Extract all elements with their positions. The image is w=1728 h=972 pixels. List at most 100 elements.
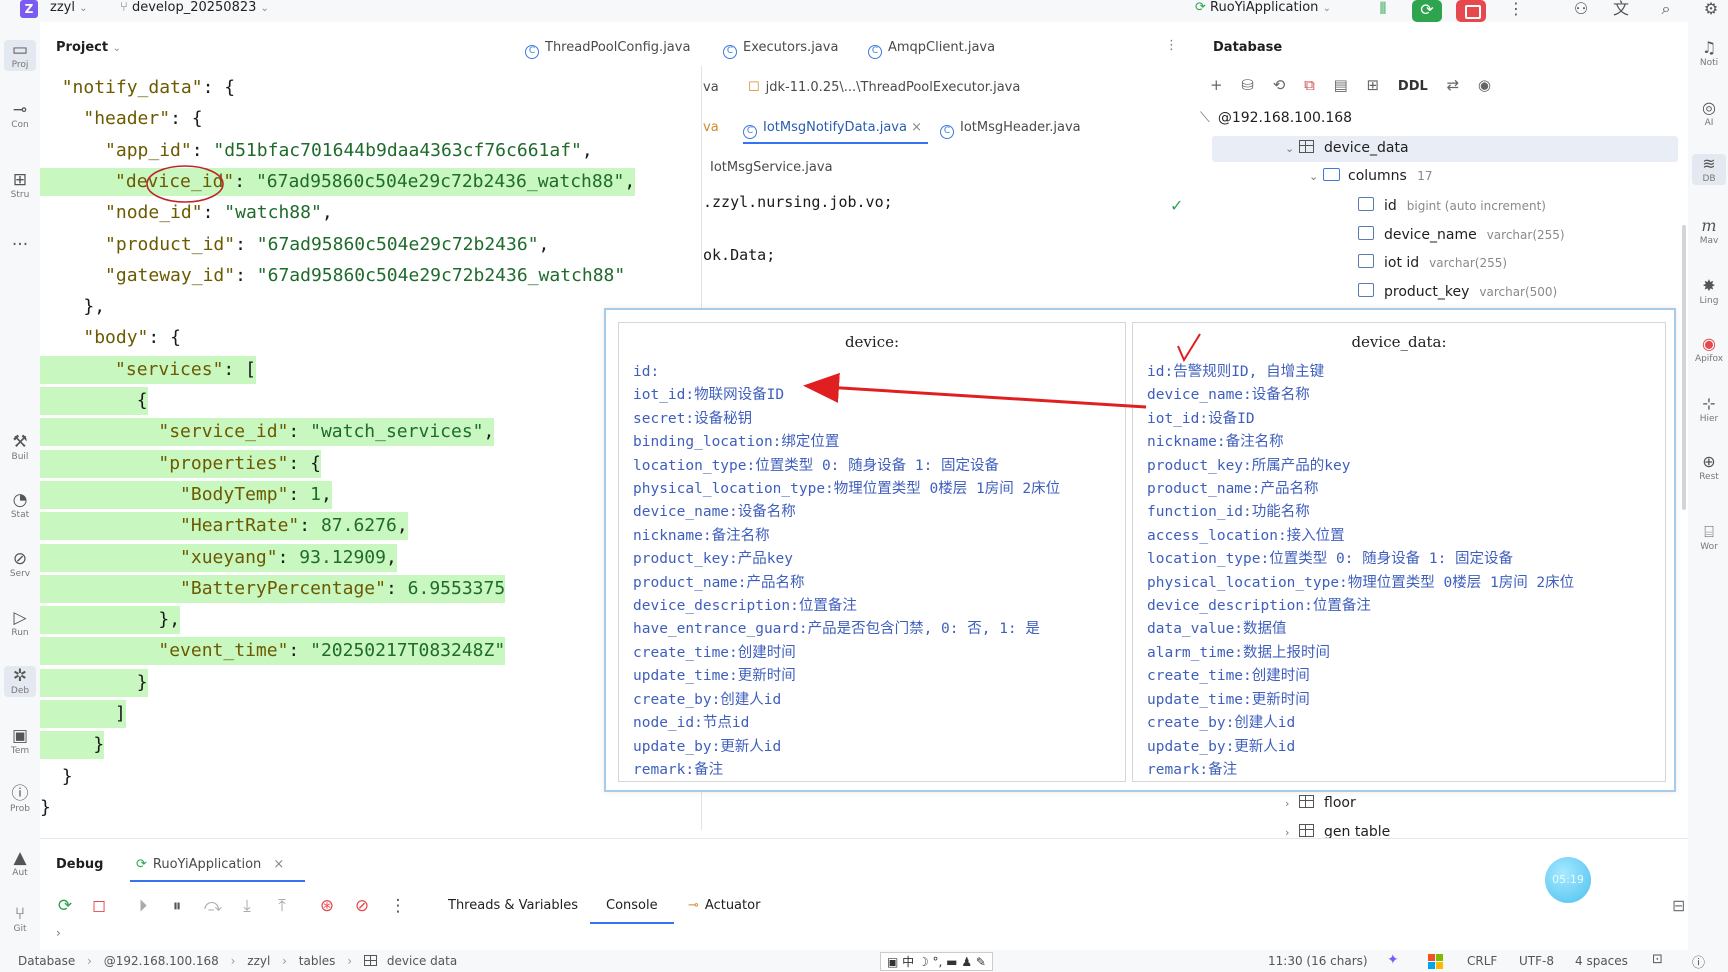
- mute-breakpoints-icon[interactable]: ⊘: [350, 896, 374, 916]
- database-panel-title: Database: [1213, 40, 1283, 55]
- db-connection-node[interactable]: ⟍ @192.168.100.168: [1200, 110, 1352, 126]
- run-config-selector[interactable]: ⟳ RuoYiApplication ⌄: [1195, 0, 1331, 17]
- view-breakpoints-icon[interactable]: ⊛: [315, 896, 339, 916]
- console-icon[interactable]: ▤: [1334, 76, 1348, 94]
- line-ending[interactable]: CRLF: [1467, 954, 1497, 968]
- lock-icon[interactable]: ⊡: [1652, 952, 1663, 967]
- tool-debug[interactable]: ✲ Deb: [4, 666, 36, 697]
- eye-icon[interactable]: ◉: [1478, 76, 1491, 94]
- refresh-icon[interactable]: ⟲: [1273, 76, 1286, 94]
- tab-partial-2[interactable]: va: [703, 120, 719, 135]
- rerun-icon[interactable]: ⟳: [53, 896, 77, 916]
- tab-threadpoolconfig[interactable]: C ThreadPoolConfig.java: [525, 40, 690, 59]
- file-encoding[interactable]: UTF-8: [1519, 954, 1554, 968]
- tab-actuator[interactable]: ⊸ Actuator: [688, 898, 760, 913]
- db-column-device-name[interactable]: device_name varchar(255): [1358, 226, 1565, 243]
- step-over-icon[interactable]: ⤼: [201, 896, 225, 916]
- pause-icon[interactable]: ⏸: [165, 896, 189, 916]
- db-table-device-data[interactable]: ⌄ device_data: [1285, 140, 1409, 156]
- jump-icon[interactable]: ⇄: [1447, 76, 1460, 94]
- tool-git[interactable]: ⑂ Git: [4, 904, 36, 935]
- left-tool-strip: ▭ Proj ⊸ Con ⊞ Stru ... ⚒ Buil ◔ Stat ⊘ Serv ▷…: [0, 22, 40, 962]
- tool-word[interactable]: ⌸ Wor: [1692, 522, 1726, 553]
- tab-threadpoolexecutor[interactable]: ☐ jdk-11.0.25\...\ThreadPoolExecutor.java: [748, 80, 1020, 95]
- breadcrumb-item[interactable]: @192.168.100.168: [104, 954, 219, 968]
- step-out-icon[interactable]: ⤒: [270, 896, 294, 916]
- tab-partial-1[interactable]: va: [703, 80, 719, 95]
- resume-icon[interactable]: ⏵: [131, 896, 155, 916]
- layout-icon[interactable]: ⊟: [1672, 896, 1685, 915]
- tool-services[interactable]: ⊘ Serv: [4, 549, 36, 580]
- caret-position[interactable]: 11:30 (16 chars): [1268, 954, 1368, 968]
- tool-commit[interactable]: ⊸ Con: [4, 100, 36, 131]
- debug-panel-title[interactable]: Debug: [56, 857, 103, 872]
- tab-executors[interactable]: C Executors.java: [723, 40, 838, 59]
- breadcrumb-item[interactable]: device data: [387, 954, 457, 968]
- tool-rest[interactable]: ⊕ Rest: [1692, 452, 1726, 483]
- step-into-icon[interactable]: ⤓: [235, 896, 259, 916]
- ai-assistant-icon[interactable]: ✦: [1387, 952, 1399, 968]
- timer-bubble[interactable]: 05:19: [1545, 857, 1591, 903]
- stop-icon[interactable]: ◻: [87, 896, 111, 916]
- scrollbar[interactable]: [1682, 225, 1686, 510]
- debug-session-tab[interactable]: ⟳ RuoYiApplication ×: [136, 857, 284, 872]
- tool-build[interactable]: ⚒ Buil: [4, 432, 36, 463]
- debug-icon[interactable]: ⫴: [1372, 0, 1394, 18]
- tool-more[interactable]: ...: [4, 230, 36, 250]
- add-icon[interactable]: +: [1210, 76, 1223, 94]
- project-badge[interactable]: Z: [20, 0, 38, 18]
- tab-threads-variables[interactable]: Threads & Variables: [448, 898, 578, 913]
- tool-database[interactable]: ≋ DB: [1692, 154, 1726, 185]
- tool-notifications[interactable]: ♫ Noti: [1692, 38, 1726, 69]
- tool-project[interactable]: ▭ Proj: [4, 40, 36, 71]
- breadcrumb-item[interactable]: tables: [299, 954, 336, 968]
- indent-setting[interactable]: 4 spaces: [1575, 954, 1628, 968]
- add-user-icon[interactable]: ⚇: [1570, 0, 1592, 18]
- tool-terminal[interactable]: ▣ Tem: [4, 726, 36, 757]
- tab-iotmsgheader[interactable]: C IotMsgHeader.java: [940, 120, 1081, 139]
- tool-ai[interactable]: ◎ AI: [1692, 98, 1726, 129]
- ddl-button[interactable]: DDL: [1398, 79, 1428, 94]
- tool-run[interactable]: ▷ Run: [4, 608, 36, 639]
- notification-icon[interactable]: ⓘ: [1692, 952, 1705, 971]
- datasource-icon[interactable]: ⛁: [1241, 76, 1254, 94]
- db-column-id[interactable]: id bigint (auto increment): [1358, 197, 1546, 214]
- db-column-iot-id[interactable]: iot id varchar(255): [1358, 254, 1507, 271]
- project-panel-title[interactable]: Project ⌄: [56, 40, 121, 55]
- json-val: 87.6276: [320, 515, 397, 537]
- tool-maven[interactable]: m Mav: [1692, 216, 1726, 247]
- tabs-more-icon[interactable]: ⋮: [1165, 38, 1178, 53]
- rest-icon: ⊕: [1702, 452, 1716, 471]
- settings-icon[interactable]: ⚙: [1700, 0, 1722, 18]
- tool-statistics[interactable]: ◔ Stat: [4, 490, 36, 521]
- tab-iotmsgnotifydata[interactable]: C IotMsgNotifyData.java ×: [743, 120, 922, 139]
- translate-icon[interactable]: 文: [1610, 0, 1632, 18]
- breadcrumb-item[interactable]: zzyl: [247, 954, 270, 968]
- close-tab-icon[interactable]: ×: [911, 120, 922, 135]
- breadcrumb-item[interactable]: Database: [18, 954, 75, 968]
- expand-icon[interactable]: ›: [56, 926, 61, 940]
- project-name[interactable]: zzyl ⌄: [50, 0, 87, 17]
- tool-problems[interactable]: ⓘ Prob: [4, 784, 36, 815]
- tool-apifox[interactable]: ◉ Apifox: [1692, 334, 1726, 365]
- run-button[interactable]: ⟳: [1412, 0, 1442, 22]
- close-icon[interactable]: ×: [273, 857, 284, 872]
- tool-structure[interactable]: ⊞ Stru: [4, 170, 36, 201]
- search-icon[interactable]: ⌕: [1655, 0, 1677, 18]
- table-icon[interactable]: ⊞: [1367, 76, 1380, 94]
- more-icon[interactable]: ⋮: [1505, 0, 1527, 18]
- ime-toolbar[interactable]: ▣ 中 ☽ °, ▬ ♟ ✎: [880, 952, 993, 971]
- tool-hierarchy[interactable]: ⊹ Hier: [1692, 394, 1726, 425]
- stop-button[interactable]: [1456, 0, 1486, 22]
- db-columns-node[interactable]: ⌄ columns 17: [1309, 168, 1433, 184]
- tab-amqpclient[interactable]: C AmqpClient.java: [868, 40, 995, 59]
- db-column-product-key[interactable]: product_key varchar(500): [1358, 283, 1557, 300]
- tab-console[interactable]: Console: [606, 898, 658, 913]
- tool-auto[interactable]: ▲ Aut: [4, 848, 36, 879]
- stop-icon[interactable]: ⧉: [1304, 76, 1315, 94]
- db-table-floor[interactable]: › floor: [1285, 795, 1356, 811]
- tool-lingma[interactable]: ✸ Ling: [1692, 276, 1726, 307]
- more-icon[interactable]: ⋮: [386, 896, 410, 916]
- branch-selector[interactable]: ⑂ develop_20250823 ⌄: [120, 0, 269, 17]
- tab-iotmsgservice[interactable]: IotMsgService.java: [710, 160, 833, 175]
